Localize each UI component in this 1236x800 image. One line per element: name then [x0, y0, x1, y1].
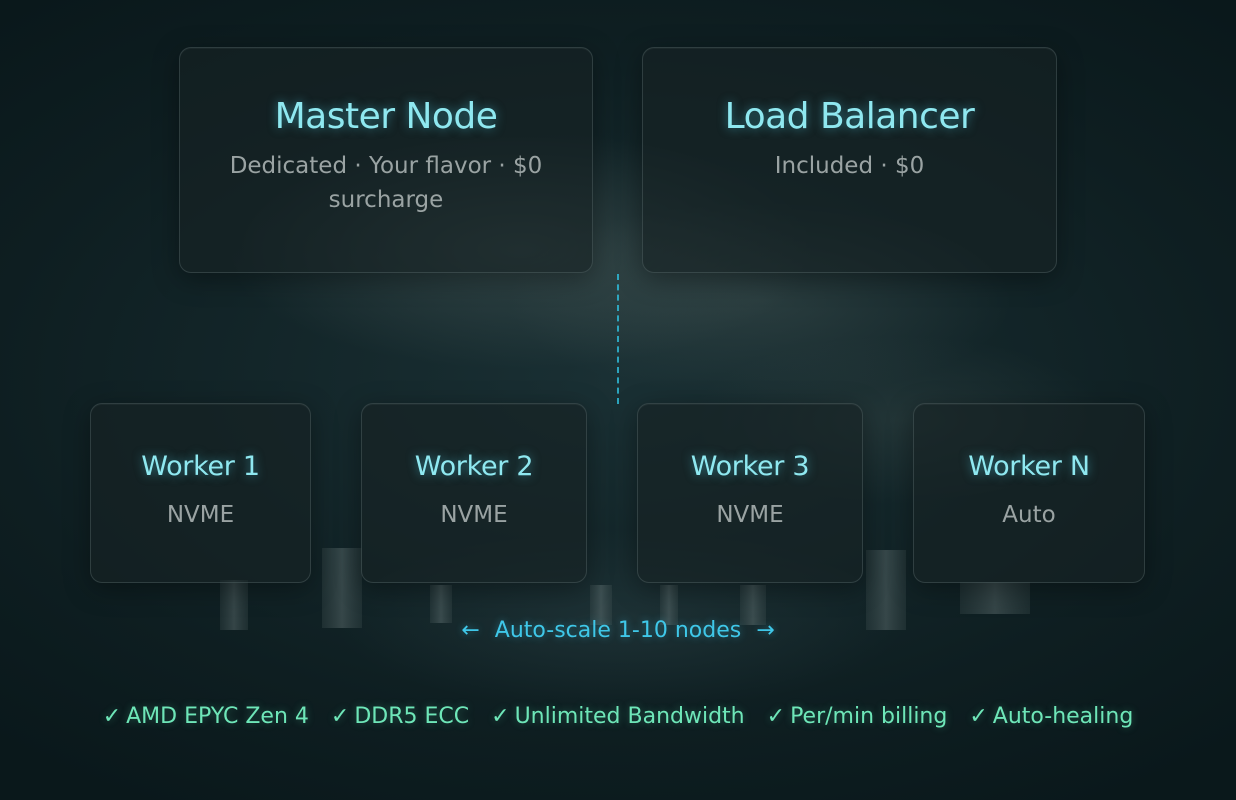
master-node-subtitle: Dedicated · Your flavor · $0 surcharge: [229, 153, 543, 213]
autoscale-label: ← Auto-scale 1-10 nodes →: [0, 618, 1236, 643]
worker-storage: Auto: [1002, 502, 1056, 528]
feature-label: Auto-healing: [992, 704, 1134, 729]
worker-card-2: Worker 2 NVME: [361, 403, 587, 583]
worker-card-1: Worker 1 NVME: [90, 403, 311, 583]
worker-title: Worker N: [968, 451, 1090, 482]
feature-label: DDR5 ECC: [354, 704, 470, 729]
feature-item: ✓ Unlimited Bandwidth: [491, 704, 745, 729]
feature-item: ✓ Auto-healing: [969, 704, 1133, 729]
autoscale-text: Auto-scale 1-10 nodes: [494, 618, 742, 643]
feature-item: ✓ Per/min billing: [767, 704, 948, 729]
arrow-right-icon: →: [756, 618, 775, 643]
arrow-left-icon: ←: [461, 618, 480, 643]
worker-storage: NVME: [716, 502, 784, 528]
worker-card-3: Worker 3 NVME: [637, 403, 863, 583]
check-icon: ✓: [766, 704, 786, 729]
load-balancer-card: Load Balancer Included · $0: [642, 47, 1057, 273]
check-icon: ✓: [102, 704, 122, 729]
check-icon: ✓: [969, 704, 988, 729]
check-icon: ✓: [330, 704, 350, 729]
feature-item: ✓ AMD EPYC Zen 4: [103, 704, 309, 729]
worker-title: Worker 1: [141, 451, 260, 482]
feature-label: AMD EPYC Zen 4: [126, 704, 309, 729]
load-balancer-subtitle: Included · $0: [774, 153, 925, 179]
feature-label: Unlimited Bandwidth: [514, 704, 745, 729]
check-icon: ✓: [491, 704, 510, 729]
worker-title: Worker 3: [690, 451, 810, 482]
master-node-card: Master Node Dedicated · Your flavor · $0…: [179, 47, 593, 273]
worker-card-n: Worker N Auto: [913, 403, 1145, 583]
master-node-title: Master Node: [274, 96, 498, 137]
load-balancer-title: Load Balancer: [724, 96, 975, 137]
worker-title: Worker 2: [414, 451, 534, 482]
worker-storage: NVME: [440, 502, 508, 528]
feature-item: ✓ DDR5 ECC: [331, 704, 469, 729]
feature-label: Per/min billing: [790, 704, 948, 729]
feature-list: ✓ AMD EPYC Zen 4 ✓ DDR5 ECC ✓ Unlimited Ban…: [0, 704, 1236, 729]
dashed-connector-line: [617, 274, 619, 404]
worker-storage: NVME: [166, 502, 235, 528]
